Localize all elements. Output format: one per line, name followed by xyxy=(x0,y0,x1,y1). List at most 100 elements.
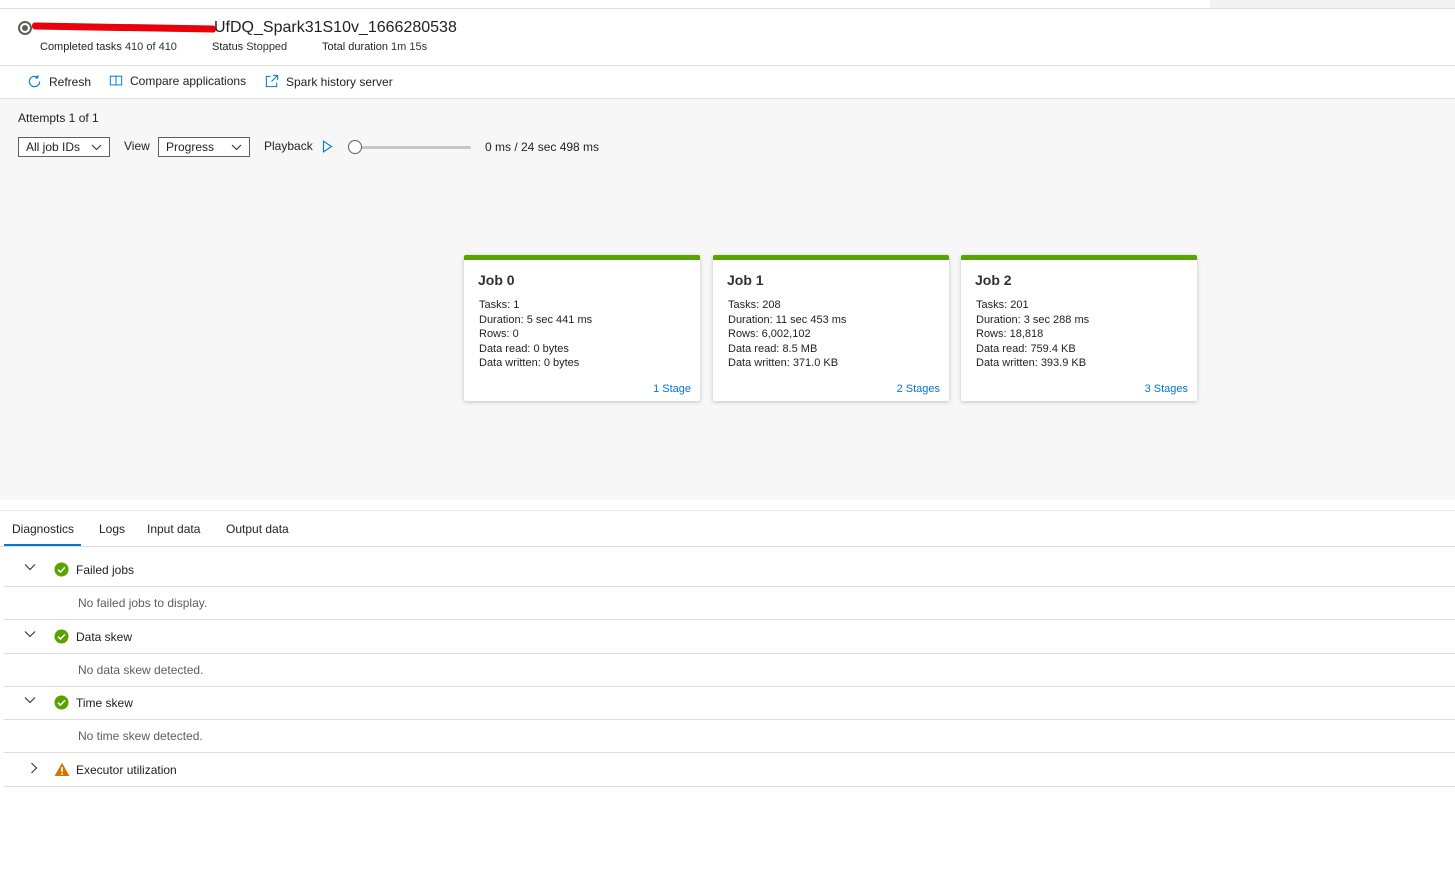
job-tasks-label: Tasks: xyxy=(728,299,760,311)
job-data-read-label: Data read: xyxy=(479,342,531,355)
tab-output-data[interactable]: Output data xyxy=(226,522,289,536)
data-skew-title: Data skew xyxy=(76,630,133,644)
tab-input-data[interactable]: Input data xyxy=(147,522,200,536)
job-duration-label: Duration: xyxy=(728,313,773,326)
data-skew-header[interactable]: Data skew xyxy=(4,620,1455,653)
data-skew-section: Data skew No data skew detected. xyxy=(4,620,1455,687)
job-duration-label: Duration: xyxy=(479,313,524,326)
chevron-down-icon xyxy=(231,144,242,150)
chevron-down-icon[interactable] xyxy=(24,696,36,704)
status: Status Stopped xyxy=(212,41,287,53)
job-tasks-value: 208 xyxy=(762,299,781,311)
success-check-icon xyxy=(54,562,69,577)
job-rows-label: Rows: xyxy=(976,328,1007,340)
job-rows-value: 18,818 xyxy=(1009,328,1044,340)
job-title: Job 0 xyxy=(478,272,515,288)
play-icon[interactable] xyxy=(322,140,333,153)
compare-applications-button[interactable]: Compare applications xyxy=(109,74,246,88)
job-card[interactable]: Job 2 Tasks: 201 Duration: 3 sec 288 ms … xyxy=(961,255,1197,401)
job-data-written-label: Data written: xyxy=(976,357,1038,369)
refresh-button[interactable]: Refresh xyxy=(27,74,91,89)
spark-history-server-button[interactable]: Spark history server xyxy=(264,74,393,89)
job-data-read: Data read: 8.5 MB xyxy=(728,342,846,357)
job-card[interactable]: Job 1 Tasks: 208 Duration: 11 sec 453 ms… xyxy=(713,255,949,401)
compare-icon xyxy=(109,75,123,86)
failed-jobs-title: Failed jobs xyxy=(76,563,135,577)
playback-slider-track[interactable] xyxy=(355,146,471,149)
job-rows-label: Rows: xyxy=(728,328,759,340)
view-dropdown[interactable]: Progress xyxy=(158,137,250,157)
job-data-written: Data written: 371.0 KB xyxy=(728,356,846,371)
executor-utilization-title: Executor utilization xyxy=(76,763,177,777)
job-tasks-value: 1 xyxy=(513,299,520,311)
job-tasks: Tasks: 1 xyxy=(479,298,592,313)
job-id-dropdown[interactable]: All job IDs xyxy=(18,137,110,157)
job-data-written-label: Data written: xyxy=(479,357,541,369)
total-duration: Total duration 1m 15s xyxy=(322,41,427,53)
status-label: Status xyxy=(212,41,244,53)
job-tasks: Tasks: 201 xyxy=(976,298,1089,313)
view-label: View xyxy=(124,139,150,153)
job-stages-link[interactable]: 3 Stages xyxy=(1145,383,1188,395)
data-skew-body: No data skew detected. xyxy=(4,653,1455,686)
job-data-written: Data written: 393.9 KB xyxy=(976,356,1089,371)
executor-utilization-header[interactable]: Executor utilization xyxy=(4,753,1455,786)
tab-diagnostics[interactable]: Diagnostics xyxy=(4,522,82,546)
status-value: Stopped xyxy=(246,41,288,53)
job-stages-link[interactable]: 1 Stage xyxy=(653,383,691,395)
playback-time: 0 ms / 24 sec 498 ms xyxy=(485,140,600,154)
executor-utilization-section: Executor utilization xyxy=(4,753,1455,787)
job-graph-panel: Attempts 1 of 1 All job IDs View Progres… xyxy=(0,99,1455,500)
job-tasks-value: 201 xyxy=(1010,299,1029,311)
job-card[interactable]: Job 0 Tasks: 1 Duration: 5 sec 441 ms Ro… xyxy=(464,255,700,401)
job-data-read-label: Data read: xyxy=(728,342,780,355)
job-data-written-value: 371.0 KB xyxy=(792,357,839,369)
warning-icon xyxy=(54,762,70,776)
tab-logs[interactable]: Logs xyxy=(99,522,125,536)
app-header: UfDQ_Spark31S10v_1666280538 Completed ta… xyxy=(0,9,1455,66)
failed-jobs-message: No failed jobs to display. xyxy=(78,596,208,610)
chevron-right-icon[interactable] xyxy=(30,762,38,774)
view-dropdown-value: Progress xyxy=(166,140,215,154)
completed-tasks: Completed tasks 410 of 410 xyxy=(40,41,177,53)
job-duration-value: 11 sec 453 ms xyxy=(775,313,847,326)
time-skew-body: No time skew detected. xyxy=(4,719,1455,752)
job-duration: Duration: 5 sec 441 ms xyxy=(479,313,592,328)
job-rows-value: 6,002,102 xyxy=(761,328,811,340)
job-duration-value: 3 sec 288 ms xyxy=(1023,313,1090,326)
chevron-down-icon[interactable] xyxy=(24,563,36,571)
job-data-read-value: 0 bytes xyxy=(533,342,569,355)
job-rows-label: Rows: xyxy=(479,328,510,340)
refresh-icon xyxy=(28,75,41,88)
completed-tasks-label: Completed tasks xyxy=(40,41,122,53)
job-duration: Duration: 11 sec 453 ms xyxy=(728,313,846,328)
time-skew-section: Time skew No time skew detected. xyxy=(4,686,1455,753)
application-title-text: UfDQ_Spark31S10v_1666280538 xyxy=(214,19,457,36)
attempts-label: Attempts 1 of 1 xyxy=(18,111,99,125)
failed-jobs-body: No failed jobs to display. xyxy=(4,586,1455,619)
job-data-read: Data read: 759.4 KB xyxy=(976,342,1089,357)
panel-shadow xyxy=(1210,0,1455,8)
command-bar: Refresh Compare applications Spark histo… xyxy=(0,66,1455,99)
job-data-read: Data read: 0 bytes xyxy=(479,342,592,357)
compare-applications-label: Compare applications xyxy=(130,74,247,88)
chevron-down-icon xyxy=(91,144,102,150)
failed-jobs-header[interactable]: Failed jobs xyxy=(4,553,1455,586)
job-tasks: Tasks: 208 xyxy=(728,298,846,313)
success-check-icon xyxy=(54,629,69,644)
total-duration-value: 1m 15s xyxy=(391,41,428,53)
job-rows: Rows: 0 xyxy=(479,327,592,342)
playback-slider-thumb[interactable] xyxy=(348,140,362,154)
job-data-written-value: 393.9 KB xyxy=(1040,357,1087,369)
bottom-tabs: Diagnostics Logs Input data Output data xyxy=(0,510,1455,547)
job-data-written-value: 0 bytes xyxy=(543,357,580,369)
job-duration-value: 5 sec 441 ms xyxy=(526,313,593,326)
job-title: Job 2 xyxy=(975,272,1012,288)
completed-tasks-value: 410 of 410 xyxy=(124,41,177,53)
job-stages-link[interactable]: 2 Stages xyxy=(897,383,940,395)
time-skew-header[interactable]: Time skew xyxy=(4,686,1455,719)
total-duration-label: Total duration xyxy=(322,41,389,53)
job-data-read-value: 759.4 KB xyxy=(1030,342,1076,355)
playback-label: Playback xyxy=(264,139,313,153)
chevron-down-icon[interactable] xyxy=(24,630,36,638)
